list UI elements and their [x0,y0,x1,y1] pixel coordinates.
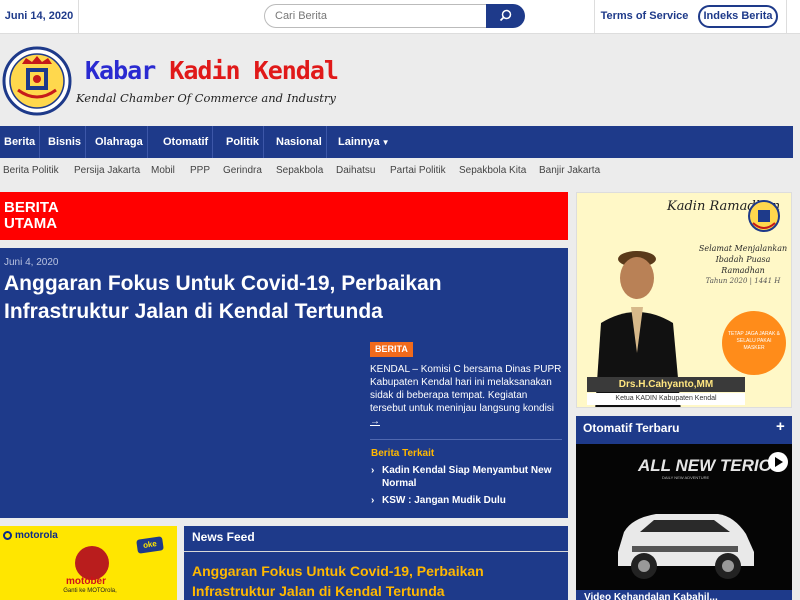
top-bar: Juni 14, 2020 Terms of Service Indeks Be… [0,0,800,34]
terms-of-service-link[interactable]: Terms of Service [594,0,694,33]
site-subtitle: Kendal Chamber Of Commerce and Industry [76,91,336,105]
main-nav: Berita Bisnis Olahraga Otomatif Politik … [0,126,793,158]
tag-ppp[interactable]: PPP [190,165,210,176]
trending-tags: Berita Politik Persija Jakarta Mobil PPP… [0,160,800,184]
greeting-line1: Selamat Menjalankan [698,244,788,253]
related-heading: Berita Terkait [371,448,435,459]
index-news-button[interactable]: Indeks Berita [698,5,778,28]
site-title-part2: Kadin [169,56,240,85]
read-more-link[interactable]: → [370,416,380,427]
ramadhan-greeting: Selamat Menjalankan Ibadah Puasa Ramadha… [697,243,789,287]
related-item[interactable]: › Kadin Kendal Siap Menyambut New Normal [371,464,561,490]
tag-sepakbola-kita[interactable]: Sepakbola Kita [459,165,526,176]
featured-title[interactable]: Anggaran Fokus Untuk Covid-19, Perbaikan… [4,270,564,326]
terios-brand-text: ALL NEW TERIOS [638,456,784,475]
plus-icon[interactable]: + [776,418,785,435]
tag-berita-politik[interactable]: Berita Politik [3,165,59,176]
news-feed-header: News Feed [184,526,568,552]
site-title[interactable]: Kabar Kadin Kendal [85,56,339,85]
nav-item-bisnis[interactable]: Bisnis [44,126,87,158]
covid-message: TETAP JAGA JARAK & SELALU PAKAI MASKER [727,331,781,351]
divider [370,439,562,440]
search-icon [499,9,512,22]
tag-sepakbola[interactable]: Sepakbola [276,165,323,176]
search-input[interactable] [264,4,488,28]
person-name: Drs.H.Cahyanto,MM [587,377,745,392]
site-title-part1: Kabar [85,56,156,85]
nav-item-lainnya[interactable]: Lainnya ▼ [334,126,394,158]
search-form [264,4,525,28]
car-image [618,514,754,579]
chevron-down-icon: ▼ [381,138,390,147]
chevron-right-icon: › [371,465,375,476]
terios-tagline: DAILY NEW ADVENTURE [662,475,710,480]
news-feed-list: Anggaran Fokus Untuk Covid-19, Perbaikan… [184,552,568,600]
play-icon[interactable] [768,452,788,472]
featured-excerpt-text: KENDAL – Komisi C bersama Dinas PUPR Kab… [370,364,562,414]
otomatif-heading: Otomatif Terbaru [583,421,680,435]
otomatif-item-title[interactable]: Video Kehandalan Kabahil... [584,592,718,600]
tag-banjir-jakarta[interactable]: Banjir Jakarta [539,165,600,176]
motober-tagline: Ganti ke MOTOrola, [63,588,117,594]
site-title-part3: Kendal [253,56,339,85]
search-button[interactable] [486,4,525,28]
otomatif-video-thumbnail[interactable]: ALL NEW TERIOS DAILY NEW ADVENTURE [576,444,792,590]
greeting-line3: Tahun 2020 | 1441 H [705,277,781,285]
tag-gerindra[interactable]: Gerindra [223,165,262,176]
related-item-title: Kadin Kendal Siap Menyambut New Normal [382,465,552,489]
greeting-line2: Ibadah Puasa Ramadhan [715,255,771,275]
nav-item-nasional[interactable]: Nasional [272,126,327,158]
motober-label: motober [66,576,106,587]
featured-excerpt: KENDAL – Komisi C bersama Dinas PUPR Kab… [370,363,562,428]
tag-partai-politik[interactable]: Partai Politik [390,165,446,176]
tag-daihatsu[interactable]: Daihatsu [336,165,375,176]
tag-mobil[interactable]: Mobil [151,165,175,176]
breaking-news-label: BERITA UTAMA [4,199,59,232]
otomatif-feed: ALL NEW TERIOS DAILY NEW ADVENTURE Video… [576,442,792,600]
oke-logo: oke [136,536,164,554]
motorola-ad[interactable]: motorola motober Ganti ke MOTOrola, oke [0,526,177,600]
nav-item-olahraga[interactable]: Olahraga [91,126,148,158]
featured-article: Juni 4, 2020 Anggaran Fokus Untuk Covid-… [0,248,568,518]
nav-item-lainnya-label: Lainnya [338,136,380,148]
current-date: Juni 14, 2020 [0,0,79,33]
tag-persija-jakarta[interactable]: Persija Jakarta [74,165,140,176]
related-item[interactable]: › KSW : Jangan Mudik Dulu [371,494,561,507]
otomatif-header: Otomatif Terbaru + [576,416,792,442]
motorola-emblem-icon [75,546,109,580]
news-feed-heading: News Feed [192,530,255,544]
nav-item-berita[interactable]: Berita [0,126,41,158]
chevron-right-icon: › [371,495,375,506]
news-feed-item-title[interactable]: Anggaran Fokus Untuk Covid-19, Perbaikan… [192,561,562,600]
divider [786,0,787,33]
category-badge[interactable]: BERITA [370,342,413,357]
motorola-brand: motorola [15,530,58,541]
person-role: Ketua KADIN Kabupaten Kendal [587,393,745,405]
breaking-news-bar: BERITA UTAMA [0,192,568,240]
kadin-logo[interactable] [2,46,72,116]
nav-item-otomatif[interactable]: Otomatif [159,126,214,158]
motorola-logo-icon [3,531,12,540]
nav-item-politik[interactable]: Politik [222,126,265,158]
ramadhan-ad[interactable]: Kadin Ramadhan Selamat Menjalankan Ibada… [576,192,792,408]
related-item-title: KSW : Jangan Mudik Dulu [382,495,506,506]
kadin-emblem-icon [748,200,780,232]
featured-date: Juni 4, 2020 [4,257,59,268]
